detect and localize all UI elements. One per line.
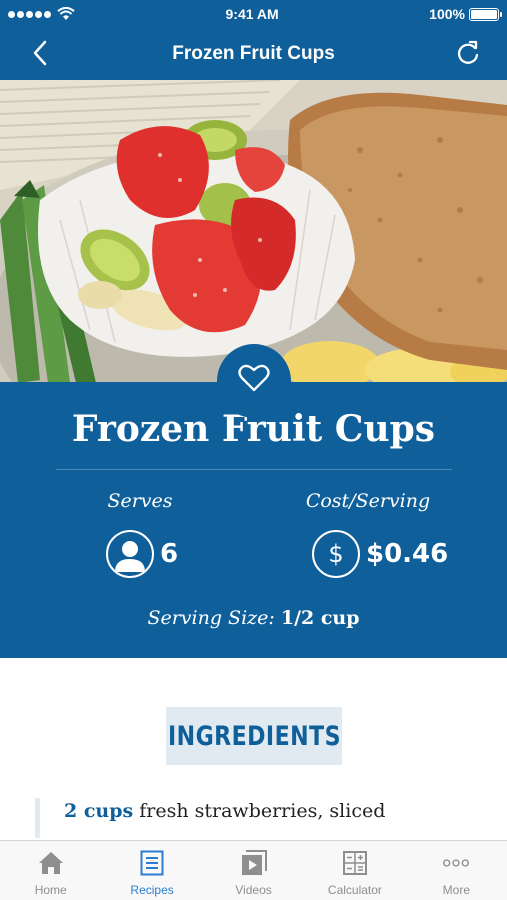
nav-bar: Frozen Fruit Cups bbox=[0, 28, 507, 80]
videos-icon bbox=[240, 849, 268, 877]
cost-label: Cost/Serving bbox=[305, 490, 431, 512]
heart-icon bbox=[238, 364, 270, 392]
tab-bar: Home Recipes Videos Calculator More bbox=[0, 840, 507, 900]
ingredient-item: 2 cups fresh strawberries, sliced bbox=[35, 798, 475, 838]
ingredients-header: INGREDIENTS bbox=[166, 707, 342, 765]
ingredient-name: fresh strawberries, sliced bbox=[139, 800, 386, 822]
ingredients-title: INGREDIENTS bbox=[167, 720, 341, 752]
status-bar: 9:41 AM 100% bbox=[0, 0, 507, 28]
calculator-icon bbox=[341, 849, 369, 877]
more-icon bbox=[442, 849, 470, 877]
serves-label: Serves bbox=[107, 490, 173, 512]
tab-recipes-label: Recipes bbox=[130, 883, 174, 897]
wifi-icon bbox=[57, 7, 75, 20]
status-left bbox=[8, 7, 75, 21]
recipe-info-panel: Frozen Fruit Cups Serves Cost/Serving 6 … bbox=[0, 382, 507, 658]
status-time: 9:41 AM bbox=[225, 6, 279, 22]
serving-size: Serving Size: 1/2 cup bbox=[0, 607, 507, 629]
recipe-photo bbox=[0, 80, 507, 383]
recipes-icon bbox=[138, 849, 166, 877]
refresh-icon[interactable] bbox=[453, 38, 483, 68]
chevron-left-icon[interactable] bbox=[26, 38, 56, 68]
status-right: 100% bbox=[429, 6, 502, 22]
divider bbox=[56, 469, 452, 470]
person-icon bbox=[106, 530, 154, 578]
dollar-icon: $ bbox=[312, 530, 360, 578]
serving-size-label: Serving Size: bbox=[147, 607, 275, 629]
tab-videos[interactable]: Videos bbox=[203, 841, 304, 900]
ingredient-quantity: 2 cups bbox=[64, 800, 134, 822]
tab-more[interactable]: More bbox=[406, 841, 507, 900]
tab-home-label: Home bbox=[34, 883, 67, 897]
home-icon bbox=[37, 849, 65, 877]
serves-stat: 6 bbox=[106, 530, 178, 578]
tab-home[interactable]: Home bbox=[0, 841, 101, 900]
cost-value: $0.46 bbox=[366, 539, 449, 569]
tab-videos-label: Videos bbox=[235, 883, 272, 897]
tab-more-label: More bbox=[442, 883, 470, 897]
tab-recipes[interactable]: Recipes bbox=[101, 841, 202, 900]
nav-title: Frozen Fruit Cups bbox=[172, 43, 335, 64]
battery-percent: 100% bbox=[429, 6, 465, 22]
cost-stat: $ $0.46 bbox=[312, 530, 448, 578]
tab-calculator-label: Calculator bbox=[327, 883, 382, 897]
battery-icon bbox=[468, 7, 502, 21]
tab-calculator[interactable]: Calculator bbox=[304, 841, 405, 900]
serving-size-value: 1/2 cup bbox=[280, 607, 360, 629]
favorite-button[interactable] bbox=[217, 344, 291, 418]
signal-icon bbox=[8, 10, 51, 18]
serves-value: 6 bbox=[160, 539, 179, 569]
